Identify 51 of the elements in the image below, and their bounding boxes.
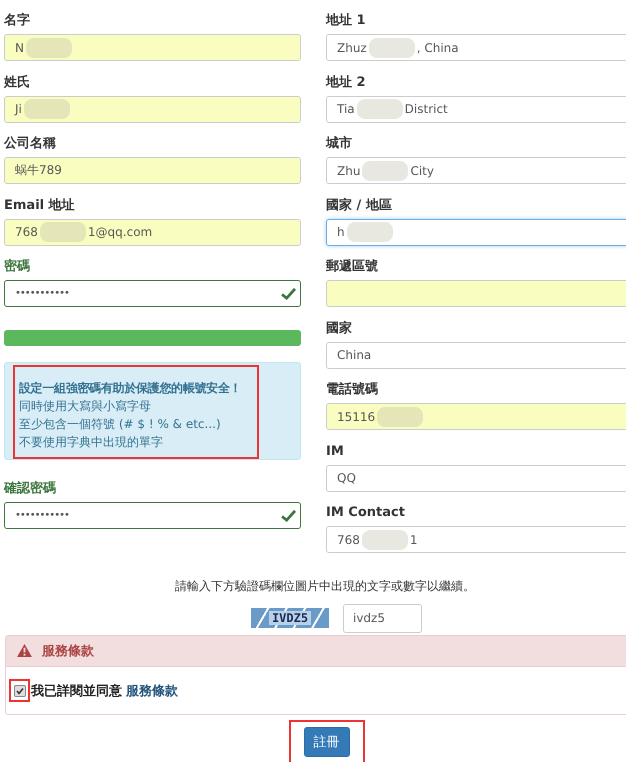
input-field[interactable]: h bbox=[326, 218, 626, 246]
agree-checkbox[interactable] bbox=[14, 684, 26, 696]
field-label: 城市 bbox=[326, 134, 352, 153]
redaction-blur bbox=[356, 99, 403, 119]
agree-label: 我已詳閱並同意 bbox=[31, 682, 122, 700]
input-field[interactable]: QQ bbox=[326, 464, 626, 492]
checkmark-icon bbox=[281, 287, 296, 300]
captcha-image: IVDZ5 bbox=[251, 608, 329, 628]
hint-text: 至少包含一個符號 (# $ ! % & etc...) bbox=[19, 416, 222, 432]
input-field[interactable]: Zhu City bbox=[326, 157, 626, 184]
terms-title: 服務條款 bbox=[42, 642, 94, 660]
register-button[interactable]: 註冊 bbox=[304, 727, 350, 757]
input-field[interactable]: Ji bbox=[4, 96, 301, 122]
input-field[interactable] bbox=[326, 280, 626, 307]
field-label: IM Contact bbox=[326, 504, 405, 522]
password-field[interactable]: ••••••••••• bbox=[4, 502, 301, 528]
field-label: Email 地址 bbox=[4, 196, 75, 214]
terms-link[interactable]: 服務條款 bbox=[126, 682, 178, 700]
captcha-instruction: 請輸入下方驗證碼欄位圖片中出現的文字或數字以繼續。 bbox=[174, 578, 476, 594]
input-field[interactable]: 蜗牛789 bbox=[4, 157, 301, 184]
field-label: 電話號碼 bbox=[326, 381, 378, 399]
field-label: 郵遞區號 bbox=[326, 258, 378, 276]
hint-text: 同時使用大寫與小寫字母 bbox=[19, 398, 152, 414]
redaction-blur bbox=[368, 38, 415, 58]
field-label: 密碼 bbox=[4, 258, 30, 276]
checkmark-icon bbox=[281, 508, 296, 522]
input-field[interactable]: N bbox=[4, 34, 301, 61]
field-label: 國家 bbox=[326, 320, 352, 338]
input-field[interactable]: Tia District bbox=[326, 96, 626, 122]
input-field[interactable]: China bbox=[326, 342, 626, 368]
hint-text: 不要使用字典中出現的單字 bbox=[19, 434, 164, 450]
field-label: 國家 / 地區 bbox=[326, 196, 392, 214]
redaction-blur bbox=[346, 222, 393, 242]
captcha-field[interactable]: ivdz5 bbox=[343, 604, 422, 632]
field-label: 地址 2 bbox=[326, 74, 366, 92]
field-label: 公司名稱 bbox=[4, 135, 56, 153]
redaction-blur bbox=[362, 530, 408, 550]
input-field[interactable]: 768 1@qq.com bbox=[4, 218, 301, 246]
field-label: 地址 1 bbox=[326, 12, 366, 30]
field-label: 確認密碼 bbox=[4, 480, 56, 498]
input-field[interactable]: 768 1 bbox=[326, 526, 626, 553]
password-field[interactable]: ••••••••••• bbox=[4, 280, 301, 307]
field-label: 名字 bbox=[4, 12, 30, 30]
hint-title: 設定一組強密碼有助於保護您的帳號安全！ bbox=[19, 380, 242, 396]
field-label: IM bbox=[326, 442, 344, 460]
input-field[interactable]: 15116 bbox=[326, 403, 626, 430]
checkmark-icon bbox=[14, 686, 24, 696]
input-field[interactable]: Zhuz , China bbox=[326, 34, 626, 61]
field-label: 姓氏 bbox=[4, 74, 30, 92]
redaction-blur bbox=[362, 160, 408, 180]
warning-icon bbox=[17, 644, 32, 657]
